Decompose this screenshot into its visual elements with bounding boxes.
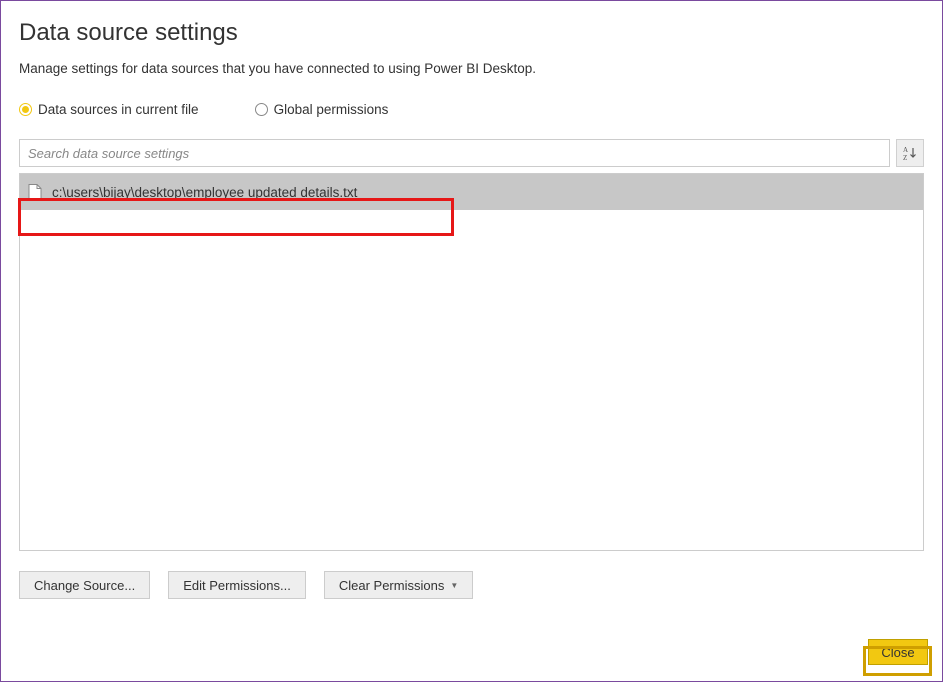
list-item-label: c:\users\bijay\desktop\employee updated … [52,185,357,200]
button-label: Change Source... [34,578,135,593]
radio-current-file[interactable]: Data sources in current file [19,102,199,117]
button-label: Edit Permissions... [183,578,291,593]
scope-radio-group: Data sources in current file Global perm… [19,102,924,117]
list-item[interactable]: c:\users\bijay\desktop\employee updated … [20,174,923,210]
radio-icon [19,103,32,116]
search-input[interactable] [19,139,890,167]
radio-label: Data sources in current file [38,102,199,117]
svg-text:A: A [903,146,908,154]
close-button[interactable]: Close [868,639,928,665]
button-label: Close [881,645,914,660]
edit-permissions-button[interactable]: Edit Permissions... [168,571,306,599]
dialog-subtitle: Manage settings for data sources that yo… [19,61,924,76]
sort-button[interactable]: A Z [896,139,924,167]
dialog-title: Data source settings [19,19,924,47]
sort-az-icon: A Z [902,145,918,161]
radio-global-permissions[interactable]: Global permissions [255,102,389,117]
button-label: Clear Permissions [339,578,444,593]
svg-text:Z: Z [903,154,907,161]
radio-label: Global permissions [274,102,389,117]
data-source-list[interactable]: c:\users\bijay\desktop\employee updated … [19,173,924,551]
change-source-button[interactable]: Change Source... [19,571,150,599]
file-icon [28,184,42,200]
chevron-down-icon: ▼ [450,581,458,590]
radio-icon [255,103,268,116]
clear-permissions-button[interactable]: Clear Permissions ▼ [324,571,473,599]
